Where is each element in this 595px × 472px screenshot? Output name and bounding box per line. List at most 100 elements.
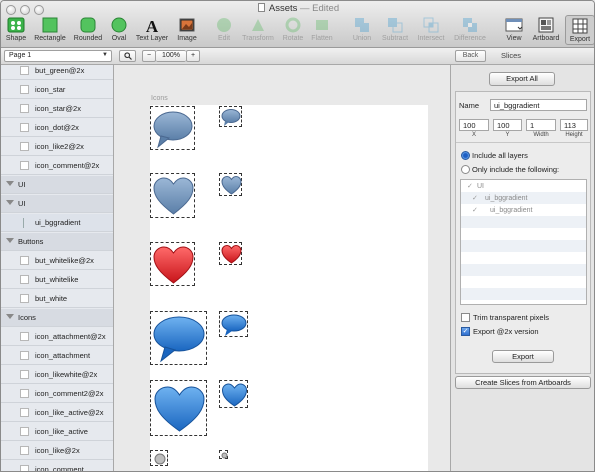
name-label: Name <box>459 101 480 110</box>
artboard-label: Icons <box>151 95 168 102</box>
disclosure-triangle-icon[interactable] <box>6 200 14 205</box>
slice-thumbnail-icon <box>20 294 29 303</box>
heart-icon[interactable] <box>150 173 195 218</box>
search-icon <box>123 52 132 60</box>
dot-small-icon[interactable] <box>219 450 228 459</box>
layer-row[interactable]: icon_comment2@2x <box>1 385 113 403</box>
search-layers-button[interactable] <box>119 50 136 62</box>
tool-rotate[interactable]: Rotate <box>280 17 306 42</box>
tool-artboard-label: Artboard <box>532 35 560 42</box>
layer-row[interactable]: icon_likewhite@2x <box>1 366 113 384</box>
disclosure-triangle-icon[interactable] <box>6 314 14 319</box>
export-button[interactable]: Export <box>492 350 554 363</box>
page-selector-value: Page 1 <box>9 52 32 59</box>
y-field[interactable]: 100 <box>493 119 522 131</box>
heart-red-icon[interactable] <box>150 242 195 286</box>
layer-row[interactable]: icon_dot@2x <box>1 119 113 137</box>
tool-export[interactable]: Export <box>565 15 594 45</box>
layer-row[interactable]: icon_like2@2x <box>1 138 113 156</box>
layer-row[interactable]: icon_like_active <box>1 423 113 441</box>
tool-intersect[interactable]: Intersect <box>414 17 448 42</box>
disclosure-triangle-icon[interactable] <box>6 181 14 186</box>
slice-thumbnail-icon <box>20 104 29 113</box>
layer-row[interactable]: icon_comment@2x <box>1 157 113 175</box>
export-2x-checkbox[interactable]: ✓ <box>461 327 470 336</box>
layer-row[interactable]: icon_comment <box>1 461 113 471</box>
layers-sidebar: but_green@2x icon_star icon_star@2x icon_do… <box>1 65 114 471</box>
layer-group-row[interactable]: UI <box>1 195 113 213</box>
tool-text-layer[interactable]: A Text Layer <box>133 17 171 42</box>
tool-image[interactable]: Image <box>173 17 201 42</box>
height-field[interactable]: 113 <box>560 119 588 131</box>
zoom-in-button[interactable]: + <box>186 50 200 62</box>
layer-row[interactable]: but_whitelike <box>1 271 113 289</box>
speech-bubble-icon[interactable] <box>150 106 195 150</box>
layer-row-label: but_white <box>35 294 68 303</box>
speech-bubble-blue-small-icon[interactable] <box>219 311 248 337</box>
title-toolbar: Assets — Edited Shape Rectangle Rounded … <box>1 1 594 48</box>
slice-thumbnail-icon <box>20 408 29 417</box>
layer-row[interactable]: but_white <box>1 290 113 308</box>
checkbox-icon[interactable]: ✓ <box>472 195 479 202</box>
x-field[interactable]: 100 <box>459 119 489 131</box>
slice-thumbnail-icon <box>20 332 29 341</box>
zoom-out-button[interactable]: − <box>142 50 156 62</box>
page-selector[interactable]: Page 1 ▼ <box>4 50 112 62</box>
layer-row[interactable]: but_green@2x <box>1 65 113 80</box>
slice-thumbnail-icon <box>20 446 29 455</box>
layer-row[interactable]: icon_attachment <box>1 347 113 365</box>
create-slices-button[interactable]: Create Slices from Artboards <box>455 376 591 389</box>
back-button[interactable]: Back <box>455 50 486 62</box>
checkbox-icon[interactable]: ✓ <box>472 207 479 214</box>
layer-filter-item: ui_bggradient <box>485 195 528 202</box>
tool-artboard[interactable]: Artboard <box>530 17 562 42</box>
tool-rectangle[interactable]: Rectangle <box>31 17 69 42</box>
tool-edit[interactable]: Edit <box>212 17 236 42</box>
tool-flatten[interactable]: Flatten <box>308 17 336 42</box>
tool-view[interactable]: View <box>502 17 526 42</box>
tool-transform[interactable]: Transform <box>238 17 278 42</box>
tool-oval[interactable]: Oval <box>107 17 131 42</box>
tool-subtract[interactable]: Subtract <box>378 17 412 42</box>
speech-bubble-small-icon[interactable] <box>219 106 242 127</box>
heart-small-icon[interactable] <box>219 173 242 196</box>
tool-intersect-label: Intersect <box>417 35 445 42</box>
layer-row[interactable]: icon_like_active@2x <box>1 404 113 422</box>
rotate-icon <box>285 17 301 33</box>
checkbox-icon[interactable]: ✓ <box>467 183 474 190</box>
tool-rounded[interactable]: Rounded <box>71 17 105 42</box>
layer-group-row[interactable]: Icons <box>1 309 113 327</box>
tool-shape[interactable]: Shape <box>3 17 29 42</box>
export-all-button[interactable]: Export All <box>489 72 555 86</box>
speech-bubble-blue-icon[interactable] <box>150 311 207 365</box>
layer-row[interactable]: but_whitelike@2x <box>1 252 113 270</box>
layer-row[interactable]: ui_bggradient <box>1 214 113 232</box>
include-all-radio[interactable] <box>461 151 470 160</box>
layer-row[interactable]: icon_star <box>1 81 113 99</box>
layer-row[interactable]: icon_attachment@2x <box>1 328 113 346</box>
layer-group-row[interactable]: UI <box>1 176 113 194</box>
slice-thumbnail-icon <box>20 85 29 94</box>
width-field[interactable]: 1 <box>526 119 556 131</box>
tool-view-label: View <box>506 35 522 42</box>
heart-blue-small-icon[interactable] <box>219 380 248 408</box>
heart-blue-icon[interactable] <box>150 380 207 436</box>
tool-oval-label: Oval <box>111 35 127 42</box>
slice-name-field[interactable]: ui_bggradient <box>490 99 587 111</box>
slice-thumbnail-icon <box>20 427 29 436</box>
tool-difference[interactable]: Difference <box>450 17 490 42</box>
layer-group-row[interactable]: Buttons <box>1 233 113 251</box>
layer-row[interactable]: icon_star@2x <box>1 100 113 118</box>
difference-icon <box>463 18 477 32</box>
dot-icon[interactable] <box>150 450 168 466</box>
layer-row-label: Buttons <box>18 237 44 246</box>
tool-union[interactable]: Union <box>348 17 376 42</box>
layer-row[interactable]: icon_like@2x <box>1 442 113 460</box>
only-include-label: Only include the following: <box>472 165 560 174</box>
heart-red-small-icon[interactable] <box>219 242 242 265</box>
trim-transparent-checkbox[interactable] <box>461 313 470 322</box>
x-caption: X <box>471 132 476 138</box>
disclosure-triangle-icon[interactable] <box>6 238 14 243</box>
only-include-radio[interactable] <box>461 165 470 174</box>
tool-text-layer-label: Text Layer <box>135 35 169 42</box>
